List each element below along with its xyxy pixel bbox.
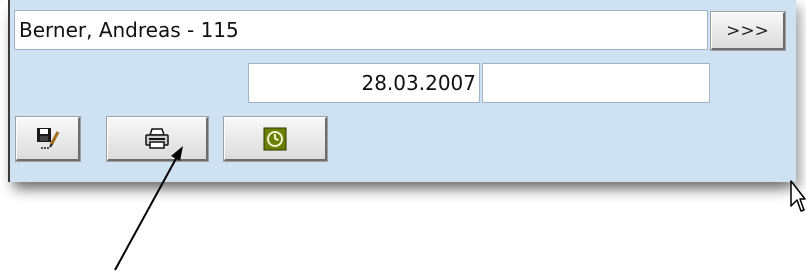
pointer-arrow-annotation: [114, 146, 183, 271]
mouse-cursor-icon: [790, 180, 806, 212]
